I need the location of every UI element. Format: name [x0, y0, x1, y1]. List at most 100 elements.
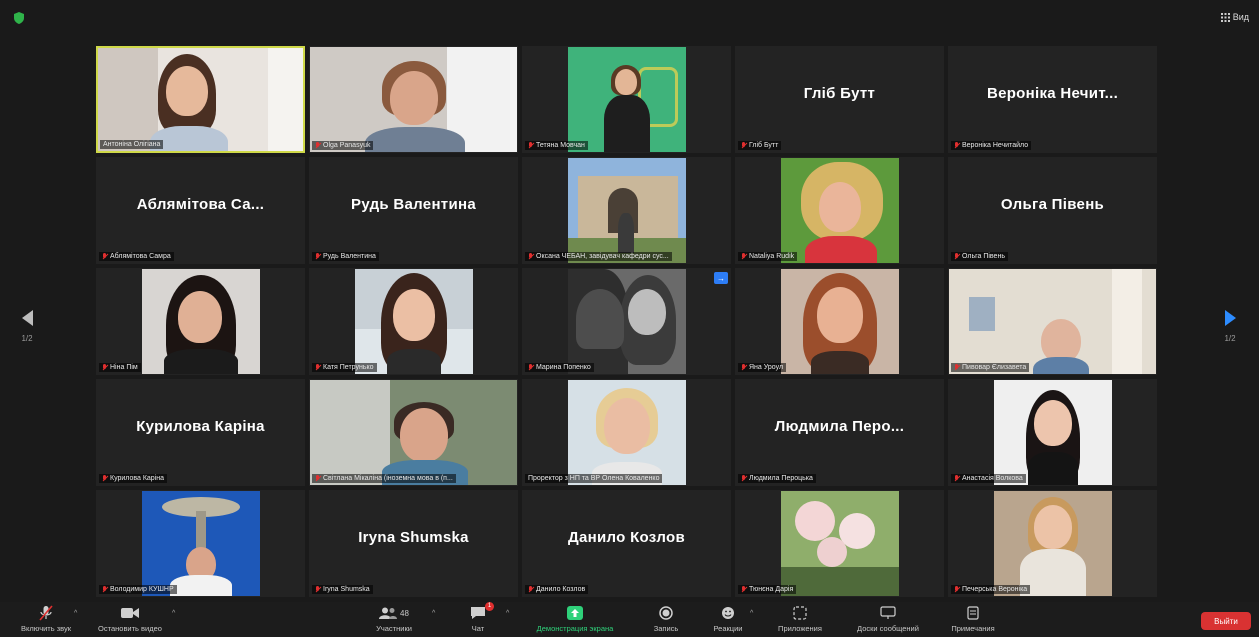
participant-tile[interactable]: Тетяна Мовчан — [522, 46, 731, 153]
chevron-up-icon[interactable]: ^ — [750, 610, 756, 617]
mic-muted-icon — [741, 475, 747, 482]
participant-name-tag: Ніна Пім — [99, 363, 141, 372]
video-feed — [993, 491, 1112, 596]
participant-tile[interactable]: Проректор з НП та ВР Олена Коваленко — [522, 379, 731, 486]
participant-tile[interactable]: Яна Уроул — [735, 268, 944, 375]
previous-page-button[interactable]: 1/2 — [17, 310, 37, 343]
participant-name-tag: Оксана ЧЕБАН, завідувач кафедри сус... — [525, 252, 672, 261]
participant-tile[interactable]: Гліб Бутт Гліб Бутт — [735, 46, 944, 153]
security-shield-icon[interactable] — [14, 12, 24, 24]
participant-tile[interactable]: Оксана ЧЕБАН, завідувач кафедри сус... — [522, 157, 731, 264]
participant-tile[interactable]: Рудь Валентина Рудь Валентина — [309, 157, 518, 264]
participant-tile[interactable]: Iryna Shumska Iryna Shumska — [309, 490, 518, 597]
participant-name-tag: Olga Panasyuk — [312, 141, 374, 150]
page-indicator-right: 1/2 — [1224, 334, 1236, 343]
participant-name-tag: Вероніка Нечитайло — [951, 141, 1032, 150]
top-bar: Вид — [0, 0, 1259, 40]
stop-video-button[interactable]: Остановить видео — [94, 604, 166, 633]
share-screen-icon — [567, 606, 583, 620]
participants-icon — [379, 607, 398, 619]
mic-muted-icon — [954, 475, 960, 482]
video-feed — [141, 269, 260, 374]
participant-name-tag: Анастасія Волкова — [951, 474, 1026, 483]
participant-tile[interactable]: Вероніка Нечит... Вероніка Нечитайло — [948, 46, 1157, 153]
video-feed — [310, 47, 517, 152]
participant-tile[interactable]: Курилова Каріна Курилова Каріна — [96, 379, 305, 486]
participant-tile[interactable]: Ольга Півень Ольга Півень — [948, 157, 1157, 264]
participant-name-tag: Iryna Shumska — [312, 585, 373, 594]
view-button-label: Вид — [1232, 12, 1249, 22]
participants-button[interactable]: 48 Участники — [370, 604, 418, 633]
leave-meeting-button[interactable]: Выйти — [1201, 612, 1251, 630]
participant-display-name: Гліб Бутт — [803, 85, 876, 102]
participant-tile[interactable]: Данило Козлов Данило Козлов — [522, 490, 731, 597]
share-screen-button[interactable]: Демонстрация экрана — [522, 604, 628, 633]
whiteboard-button[interactable]: Доски сообщений — [842, 604, 934, 633]
participant-tile[interactable]: → Марина Попенко — [522, 268, 731, 375]
participant-tile[interactable]: Nataliya Rudik — [735, 157, 944, 264]
participant-name-tag: Світлана Мікаліна (іноземна мова в (п... — [312, 474, 456, 483]
participant-tile[interactable]: Печерська Вероніка — [948, 490, 1157, 597]
chevron-up-icon[interactable]: ^ — [74, 610, 80, 617]
participant-tile[interactable]: Аблямітова Са... Аблямітова Самра — [96, 157, 305, 264]
meeting-toolbar: Включить звук ^ Остановить видео ^ 48 Уч… — [0, 602, 1259, 637]
participants-count: 48 — [400, 608, 409, 618]
video-feed — [567, 380, 686, 485]
participant-tile[interactable]: Людмила Перо... Людмила Пероцька — [735, 379, 944, 486]
participant-tile[interactable]: Olga Panasyuk — [309, 46, 518, 153]
record-button[interactable]: Запись — [648, 604, 684, 633]
arrow-left-icon — [21, 310, 33, 326]
participant-tile[interactable]: Антоніна Олігіана — [96, 46, 305, 153]
mic-muted-icon — [741, 142, 747, 149]
chevron-up-icon[interactable]: ^ — [506, 610, 512, 617]
chat-button[interactable]: 1 Чат — [466, 602, 494, 633]
video-feed — [567, 269, 686, 374]
chevron-up-icon[interactable]: ^ — [172, 610, 178, 617]
notes-button[interactable]: Примечания — [944, 604, 1002, 633]
video-feed — [949, 269, 1156, 374]
participant-name-tag: Пивовар Єлизавета — [951, 363, 1030, 372]
participant-display-name: Iryna Shumska — [358, 529, 469, 546]
mic-muted-icon — [528, 586, 534, 593]
pin-icon[interactable]: → — [714, 272, 728, 284]
chat-bubble-icon — [471, 607, 485, 619]
participant-name-tag: Рудь Валентина — [312, 252, 379, 261]
participant-name-tag: Тетяна Мовчан — [525, 141, 588, 150]
participant-tile[interactable]: Тюнєна Дарія — [735, 490, 944, 597]
smiley-icon — [722, 607, 734, 619]
apps-button[interactable]: Приложения — [768, 604, 832, 633]
video-feed — [354, 269, 473, 374]
participant-name-tag: Печерська Вероніка — [951, 585, 1031, 594]
chevron-up-icon[interactable]: ^ — [432, 610, 438, 617]
mic-muted-icon — [954, 253, 960, 260]
participant-name-tag: Катя Петрунько — [312, 363, 377, 372]
participant-tile[interactable]: Пивовар Єлизавета — [948, 268, 1157, 375]
participant-tile[interactable]: Катя Петрунько — [309, 268, 518, 375]
participant-tile[interactable]: Ніна Пім — [96, 268, 305, 375]
mic-muted-icon — [102, 475, 108, 482]
page-indicator-left: 1/2 — [21, 334, 33, 343]
mic-muted-icon — [315, 142, 321, 149]
notes-icon — [967, 606, 979, 620]
view-button[interactable]: Вид — [1220, 12, 1249, 22]
reactions-button[interactable]: Реакции — [708, 604, 748, 633]
participant-tile[interactable]: Світлана Мікаліна (іноземна мова в (п... — [309, 379, 518, 486]
arrow-right-icon — [1224, 310, 1236, 326]
participant-name-tag: Проректор з НП та ВР Олена Коваленко — [525, 474, 663, 483]
participant-tile[interactable]: Анастасія Волкова — [948, 379, 1157, 486]
mic-muted-icon — [954, 364, 960, 371]
participant-display-name: Аблямітова Са... — [136, 196, 265, 213]
participant-tile[interactable]: Володимир КУШНР — [96, 490, 305, 597]
grid-view-icon — [1220, 12, 1230, 22]
participant-display-name: Курилова Каріна — [136, 418, 265, 435]
participant-display-name: Данило Козлов — [568, 529, 685, 546]
next-page-button[interactable]: 1/2 — [1220, 310, 1240, 343]
unmute-button[interactable]: Включить звук — [14, 604, 78, 633]
mic-muted-icon — [315, 475, 321, 482]
mic-muted-icon — [315, 253, 321, 260]
mic-muted-icon — [102, 586, 108, 593]
mic-muted-icon — [102, 253, 108, 260]
record-icon — [659, 606, 673, 620]
video-feed — [780, 158, 899, 263]
mic-muted-icon — [741, 586, 747, 593]
